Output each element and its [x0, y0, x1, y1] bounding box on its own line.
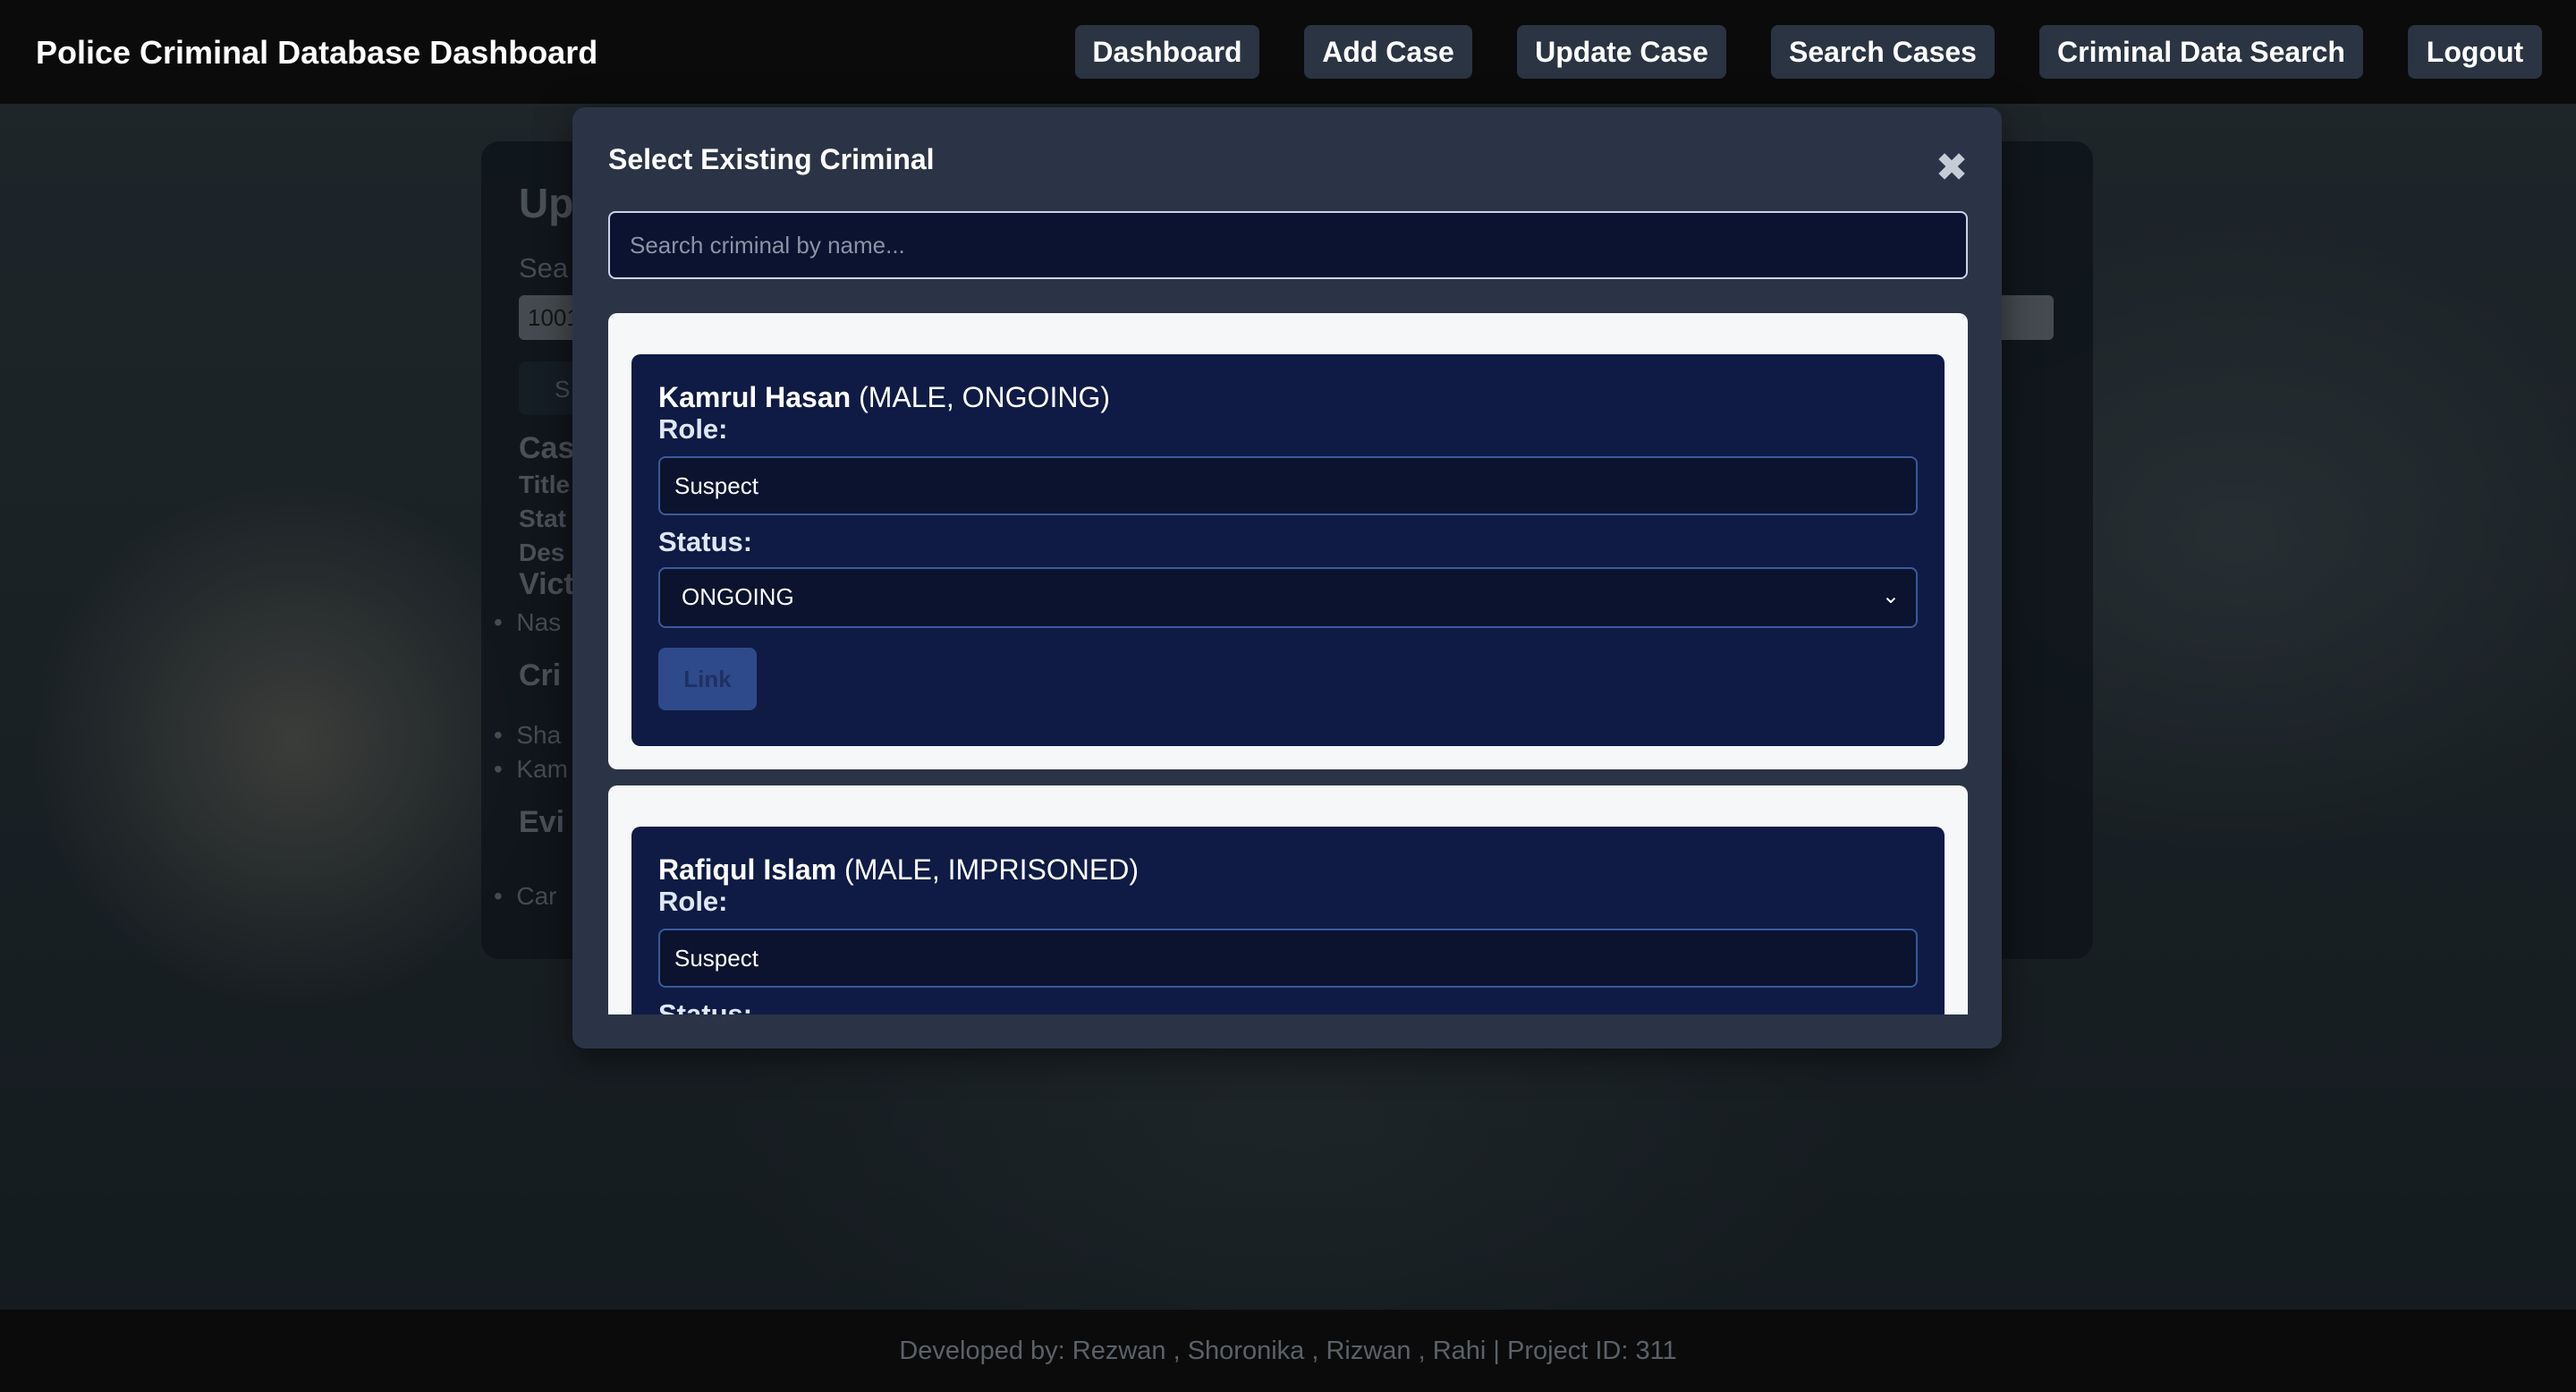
nav-logout-button[interactable]: Logout	[2408, 25, 2542, 79]
top-navbar: Police Criminal Database Dashboard Dashb…	[0, 0, 2576, 104]
role-input[interactable]: Suspect	[658, 456, 1918, 515]
nav-update-case-button[interactable]: Update Case	[1517, 25, 1726, 79]
nav-add-case-button[interactable]: Add Case	[1304, 25, 1472, 79]
chevron-down-icon: ⌄	[1881, 584, 1900, 608]
footer: Developed by: Rezwan , Shoronika , Rizwa…	[0, 1310, 2576, 1392]
criminal-name: Kamrul Hasan	[658, 381, 852, 413]
role-label: Role:	[658, 886, 728, 917]
criminal-card: Rafiqul Islam (MALE, IMPRISONED) Role: S…	[608, 785, 1968, 1014]
close-icon[interactable]: ✖	[1934, 149, 1970, 188]
criminal-list[interactable]: Kamrul Hasan (MALE, ONGOING) Role: Suspe…	[608, 313, 1968, 1014]
criminal-name-line: Rafiqul Islam (MALE, IMPRISONED)	[658, 853, 1139, 887]
role-label: Role:	[658, 413, 728, 445]
footer-credits: Developed by: Rezwan , Shoronika , Rizwa…	[899, 1337, 1677, 1365]
criminal-meta: (MALE, ONGOING)	[859, 381, 1110, 413]
status-select[interactable]: ONGOING ⌄	[658, 567, 1918, 628]
criminal-search-input[interactable]	[608, 211, 1968, 279]
criminal-name-line: Kamrul Hasan (MALE, ONGOING)	[658, 381, 1110, 414]
modal-title: Select Existing Criminal	[608, 143, 935, 175]
criminal-meta: (MALE, IMPRISONED)	[844, 853, 1139, 886]
nav-menu: Dashboard Add Case Update Case Search Ca…	[0, 25, 2576, 79]
nav-dashboard-button[interactable]: Dashboard	[1075, 25, 1259, 79]
criminal-card-body: Rafiqul Islam (MALE, IMPRISONED) Role: S…	[631, 827, 1945, 1014]
role-input[interactable]: Suspect	[658, 929, 1918, 988]
link-button[interactable]: Link	[658, 648, 757, 710]
status-label: Status:	[658, 526, 753, 557]
status-select-value: ONGOING	[682, 583, 794, 610]
nav-criminal-data-search-button[interactable]: Criminal Data Search	[2039, 25, 2363, 79]
criminal-card-body: Kamrul Hasan (MALE, ONGOING) Role: Suspe…	[631, 354, 1945, 746]
criminal-name: Rafiqul Islam	[658, 853, 837, 886]
criminal-card: Kamrul Hasan (MALE, ONGOING) Role: Suspe…	[608, 313, 1968, 769]
status-label: Status:	[658, 998, 753, 1014]
nav-search-cases-button[interactable]: Search Cases	[1771, 25, 1995, 79]
select-criminal-modal: Select Existing Criminal ✖ Kamrul Hasan …	[572, 107, 2002, 1048]
